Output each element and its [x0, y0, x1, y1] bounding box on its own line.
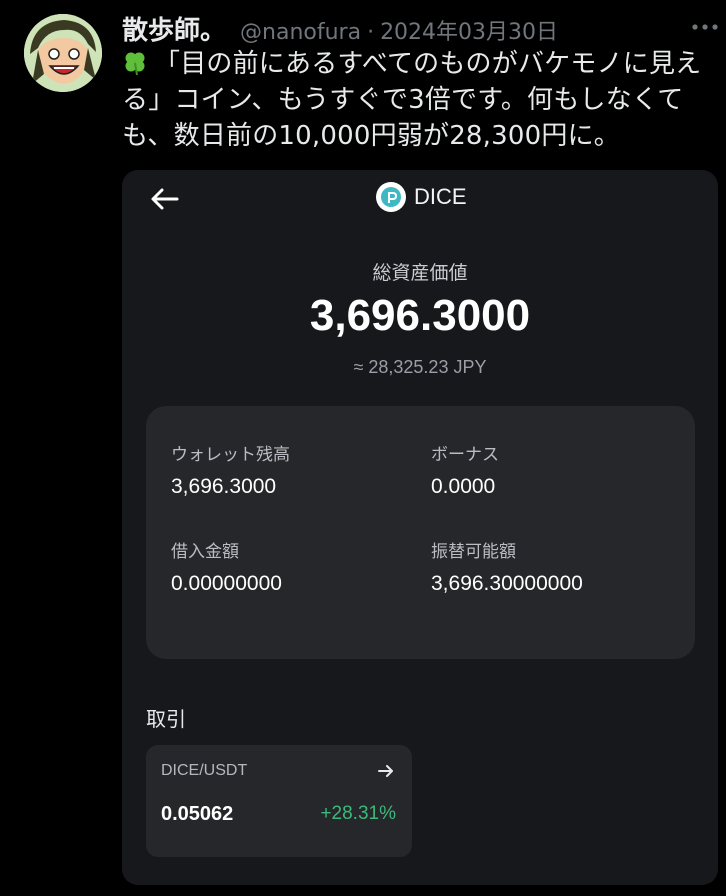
transferable-label: 振替可能額 [431, 542, 516, 562]
avatar[interactable] [24, 14, 102, 92]
borrowed-label: 借入金額 [171, 542, 239, 562]
arrow-right-icon[interactable] [378, 764, 394, 778]
more-dots-icon[interactable] [690, 12, 720, 42]
header-separator: · [367, 20, 375, 45]
author-handle[interactable]: @nanofura [240, 20, 361, 45]
tweet-date[interactable]: 2024年03月30日 [380, 14, 558, 46]
wallet-balance-label: ウォレット残高 [171, 445, 290, 465]
pair-name: DICE/USDT [161, 762, 248, 779]
pair-change: +28.31% [320, 803, 396, 824]
trade-section-title: 取引 [146, 707, 186, 731]
borrowed-amount: 借入金額 0.00000000 [171, 537, 282, 596]
four-leaf-clover-icon [125, 52, 145, 76]
total-assets-label: 総資産価値 [372, 262, 468, 284]
bonus-label: ボーナス [431, 445, 499, 465]
author-name[interactable]: 散歩師。 [122, 10, 226, 47]
tweet-text: 「目の前にあるすべてのものがバケモノに見える」コイン、もうすぐで3倍です。何もし… [122, 46, 722, 154]
avatar-cartoon-icon [24, 14, 102, 92]
balance-card: ウォレット残高 3,696.3000 ボーナス 0.0000 借入金額 0.00… [146, 406, 695, 659]
screenshot-image[interactable]: DICE 総資産価値 3,696.3000 ≈ 28,325.23 JPY ウォ… [122, 170, 718, 885]
back-arrow-icon[interactable] [148, 184, 180, 214]
transferable-amount: 振替可能額 3,696.30000000 [431, 537, 583, 596]
app-title-text: DICE [414, 184, 467, 209]
app-title: DICE [376, 182, 467, 212]
bonus-value: 0.0000 [431, 475, 496, 498]
wallet-balance: ウォレット残高 3,696.3000 [171, 440, 290, 499]
pair-price: 0.05062 [161, 803, 234, 825]
dice-logo-icon [376, 182, 406, 212]
trading-pair-card[interactable]: DICE/USDT 0.05062 +28.31% [146, 745, 412, 857]
wallet-balance-value: 3,696.3000 [171, 475, 277, 498]
bonus-balance: ボーナス 0.0000 [431, 440, 499, 499]
total-assets-value: 3,696.3000 [309, 291, 531, 340]
borrowed-value: 0.00000000 [171, 572, 282, 595]
transferable-value: 3,696.30000000 [431, 572, 583, 595]
total-assets-jpy: ≈ 28,325.23 JPY [353, 357, 487, 377]
tweet-header: 散歩師。 @nanofura · 2024年03月30日 [122, 10, 558, 47]
tweet-body: 「目の前にあるすべてのものがバケモノに見える」コイン、もうすぐで3倍です。何もし… [122, 49, 702, 151]
